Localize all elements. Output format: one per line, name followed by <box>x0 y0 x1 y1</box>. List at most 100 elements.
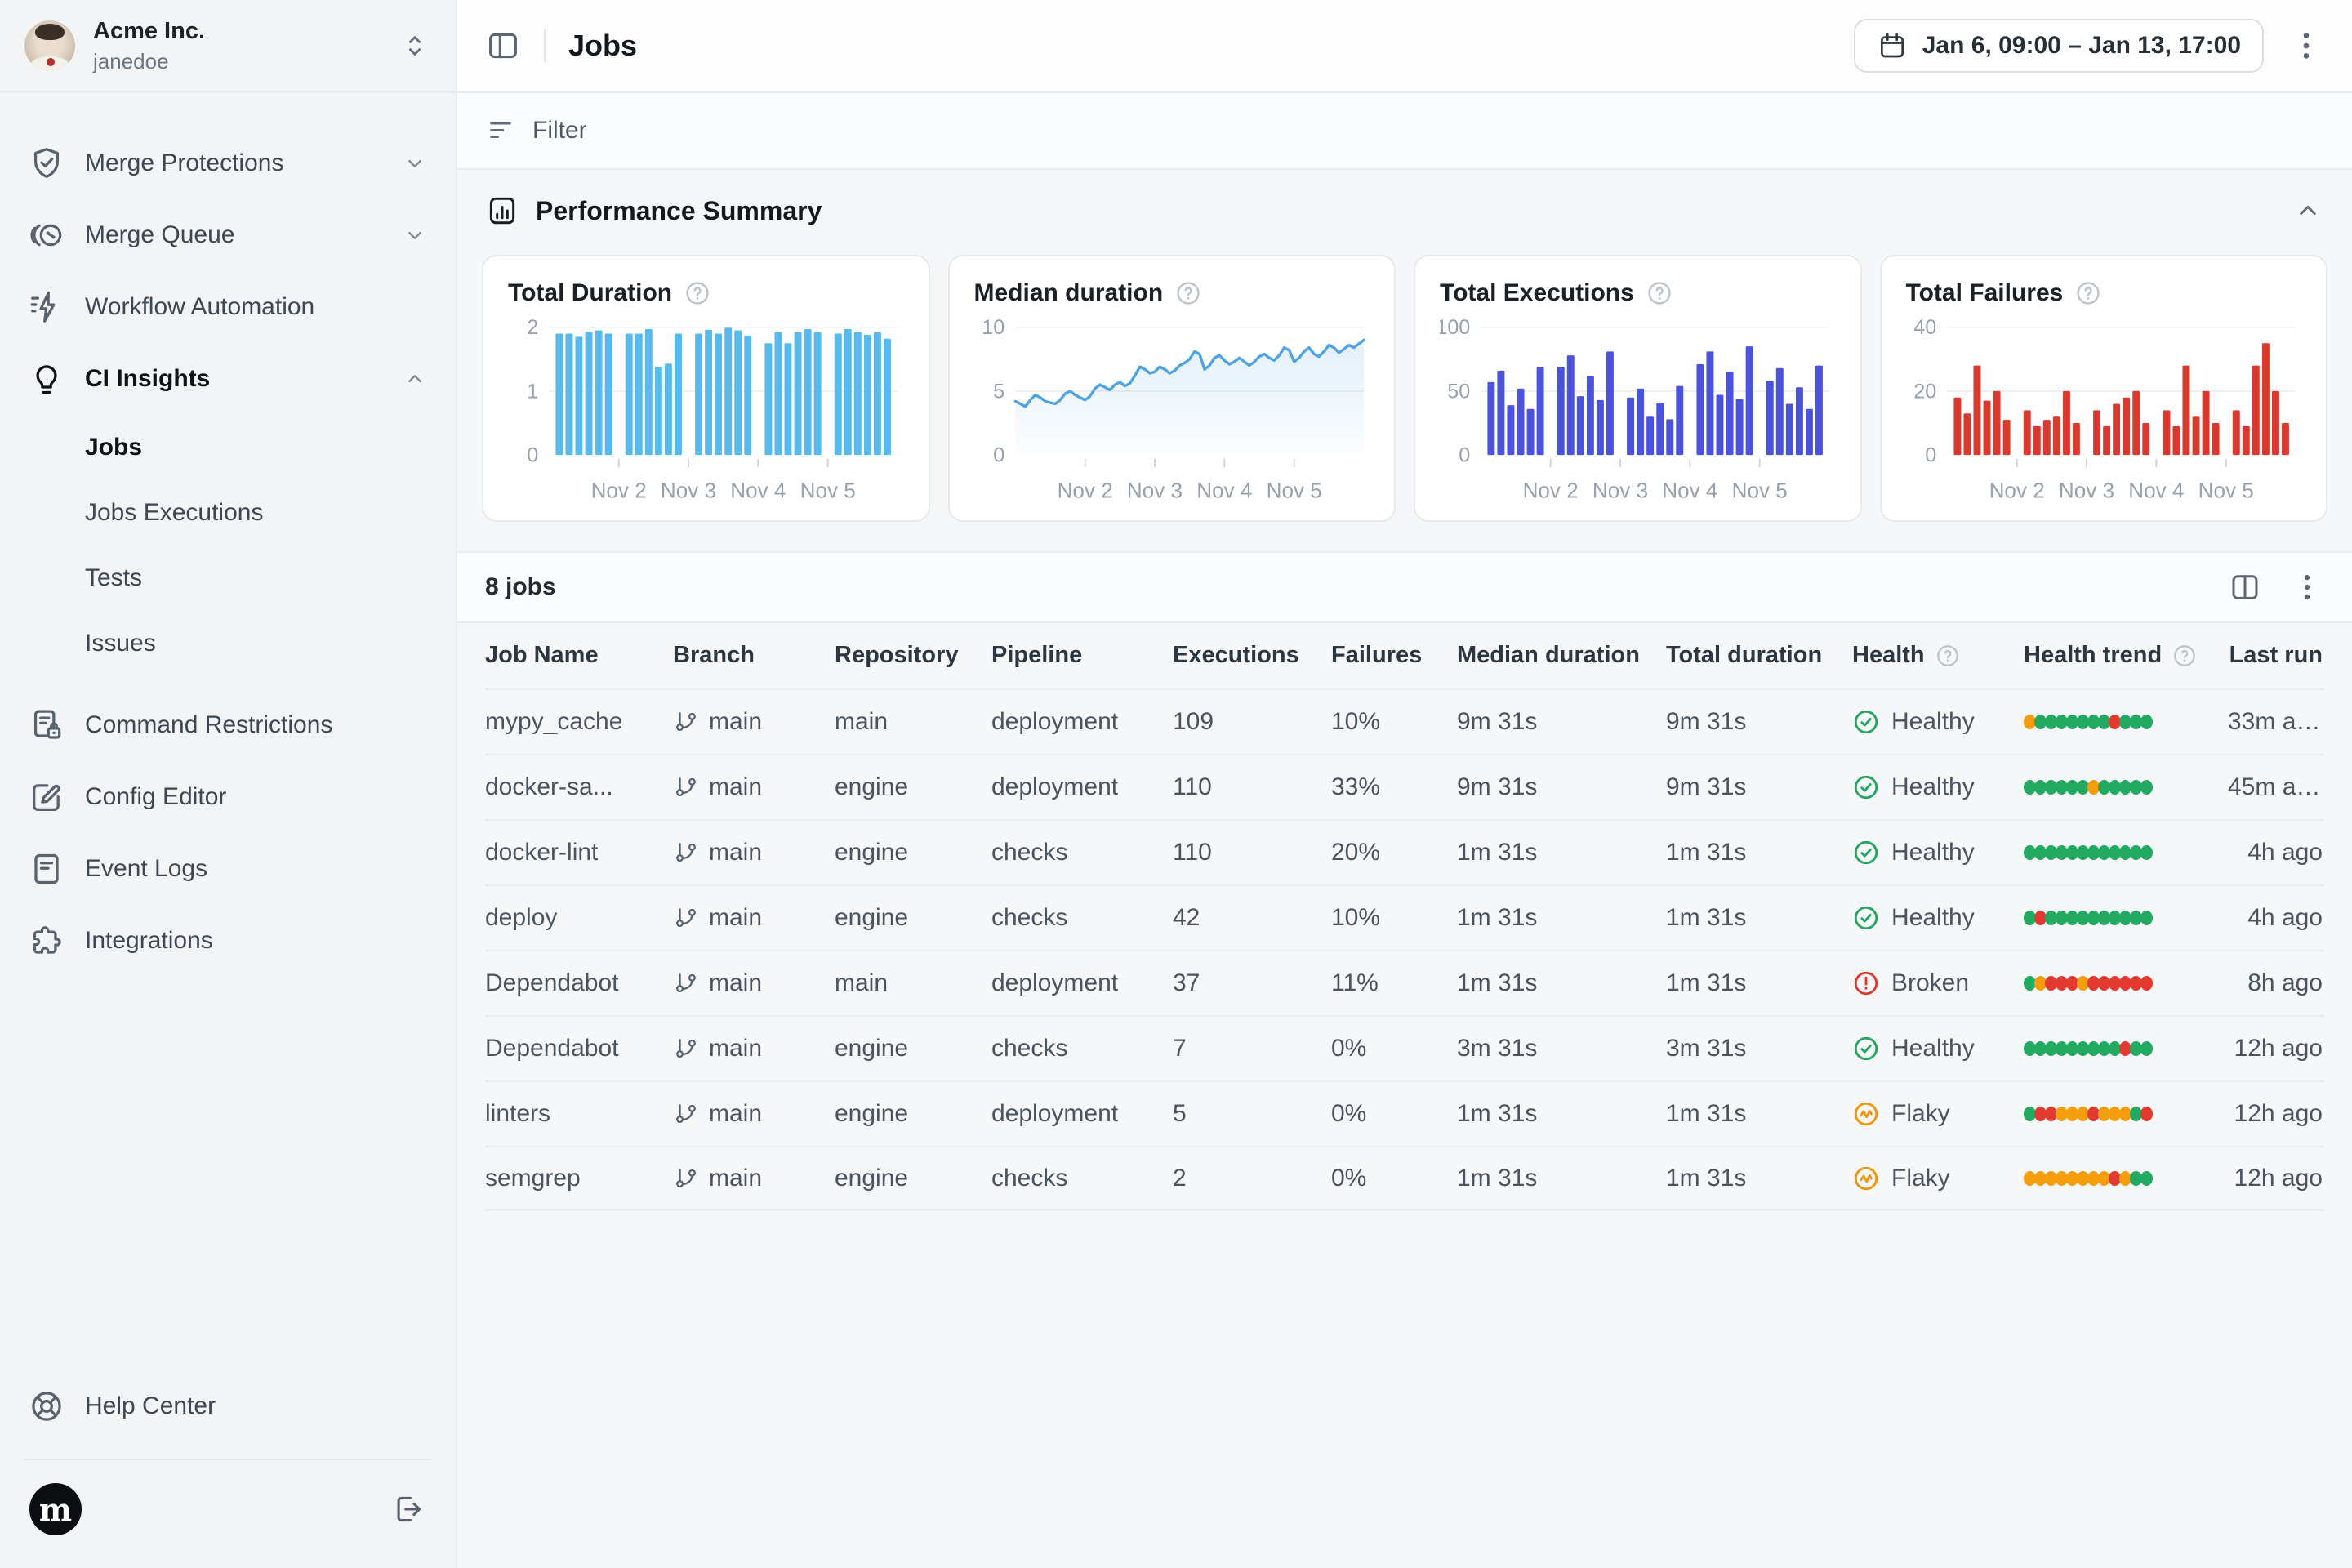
table-row[interactable]: docker-sa... main engine deployment 110 33% 9m… <box>485 753 2324 819</box>
job-name: Dependabot <box>485 1034 619 1062</box>
table-row[interactable]: semgrep main engine checks 2 0% 1m 31s 1m 31s Fl… <box>485 1145 2324 1211</box>
sidebar-item-help-center[interactable]: Help Center <box>0 1370 456 1442</box>
table-header-row: Job Name Branch Repository Pipeline Executio… <box>485 623 2324 688</box>
logout-icon[interactable] <box>390 1491 426 1527</box>
total-duration: 1m 31s <box>1666 903 1747 931</box>
svg-text:Nov 3: Nov 3 <box>661 478 716 502</box>
table-row[interactable]: docker-lint main engine checks 110 20% 1m 31s 1… <box>485 818 2324 884</box>
health-trend <box>2024 708 2228 736</box>
puzzle-icon <box>28 922 65 960</box>
header-kebab-menu-icon[interactable] <box>2288 28 2324 64</box>
svg-text:Nov 2: Nov 2 <box>591 478 647 502</box>
last-run: 4h ago <box>2247 838 2323 866</box>
executions: 110 <box>1173 773 1212 800</box>
org-selector-icon[interactable] <box>399 29 431 62</box>
lifebuoy-icon <box>28 1388 65 1425</box>
table-row[interactable]: Dependabot main engine checks 7 0% 3m 31s 3m 31… <box>485 1014 2324 1080</box>
health-status: Healthy <box>1852 839 2024 866</box>
sidebar-item-merge-queue[interactable]: Merge Queue <box>16 199 439 271</box>
sidebar-item-event-logs[interactable]: Event Logs <box>16 833 439 905</box>
org-switcher[interactable]: Acme Inc. janedoe <box>0 0 456 93</box>
sidebar-item-merge-protections[interactable]: Merge Protections <box>16 127 439 199</box>
failures: 10% <box>1331 903 1381 931</box>
last-run: 12h ago <box>2234 1164 2323 1192</box>
sidebar-item-jobs-executions[interactable]: Jobs Executions <box>16 480 439 546</box>
svg-text:Nov 4: Nov 4 <box>1662 478 1717 502</box>
card-total-executions: Total Executions 0 50 100 Nov 2 Nov 3 Nov 4 Nov… <box>1414 255 1862 522</box>
repository: engine <box>835 838 909 866</box>
sidebar-item-command-restrictions[interactable]: Command Restrictions <box>16 689 439 761</box>
jobs-toolbar: 8 jobs <box>457 550 2352 623</box>
sidebar-item-config-editor[interactable]: Config Editor <box>16 761 439 833</box>
card-total-duration: Total Duration 0 1 2 Nov 2 Nov 3 Nov 4 Nov 5 <box>482 255 930 522</box>
svg-text:50: 50 <box>1447 380 1470 403</box>
main: Jobs Jan 6, 09:00 – Jan 13, 17:00 Filter… <box>457 0 2352 1568</box>
sidebar-item-jobs[interactable]: Jobs <box>16 415 439 480</box>
sidebar-item-tests[interactable]: Tests <box>16 546 439 611</box>
git-branch-icon <box>673 1101 699 1127</box>
mergify-logo[interactable]: m <box>29 1483 82 1535</box>
job-name: semgrep <box>485 1164 581 1192</box>
total-duration: 1m 31s <box>1666 1164 1747 1192</box>
card-title-label: Total Failures <box>1905 279 2064 306</box>
sidebar-item-workflow-automation[interactable]: Workflow Automation <box>16 271 439 343</box>
pipeline: checks <box>991 1034 1068 1062</box>
trend-dot <box>2140 714 2153 729</box>
executions: 110 <box>1173 838 1212 866</box>
git-branch-icon <box>673 1036 699 1062</box>
org-username: janedoe <box>93 48 169 74</box>
sidebar-item-ci-insights[interactable]: CI Insights <box>16 343 439 415</box>
trend-dot <box>2140 1040 2153 1056</box>
table-kebab-menu-icon[interactable] <box>2290 570 2324 604</box>
pipeline: checks <box>991 838 1068 866</box>
column-header-health: Health <box>1852 642 2024 669</box>
filter-bar[interactable]: Filter <box>457 93 2352 170</box>
health-trend <box>2024 969 2228 997</box>
table-row[interactable]: linters main engine deployment 5 0% 1m 31s 1m 3… <box>485 1080 2324 1146</box>
svg-text:Nov 3: Nov 3 <box>1592 478 1648 502</box>
git-branch-icon <box>673 970 699 996</box>
sidebar-toggle-icon[interactable] <box>485 28 521 64</box>
chevron-up-icon <box>402 366 428 392</box>
health-trend <box>2024 1165 2228 1192</box>
median-duration: 1m 31s <box>1457 1099 1538 1127</box>
help-icon[interactable] <box>1935 643 1961 669</box>
table-row[interactable]: Dependabot main main deployment 37 11% 1m 31s 1… <box>485 949 2324 1015</box>
health-trend <box>2024 839 2228 866</box>
trend-dot <box>2140 975 2153 991</box>
columns-icon[interactable] <box>2228 570 2262 604</box>
table-row[interactable]: deploy main engine checks 42 10% 1m 31s 1m 31s H… <box>485 884 2324 950</box>
zigzag-circle-icon <box>1852 1165 1880 1192</box>
bar-chart-icon <box>485 194 519 228</box>
zigzag-circle-icon <box>1852 1100 1880 1128</box>
collapse-chevron-up-icon[interactable] <box>2292 194 2324 227</box>
card-title-label: Total Duration <box>508 279 673 306</box>
org-meta: Acme Inc. janedoe <box>93 17 205 74</box>
sidebar-item-label: Workflow Automation <box>85 293 315 320</box>
topbar: Jobs Jan 6, 09:00 – Jan 13, 17:00 <box>457 0 2352 93</box>
help-icon[interactable] <box>684 279 711 307</box>
help-icon[interactable] <box>1646 279 1673 307</box>
svg-text:40: 40 <box>1913 316 1936 339</box>
table-row[interactable]: mypy_cache main main deployment 109 10% 9m 31s… <box>485 688 2324 754</box>
shield-check-icon <box>28 145 65 182</box>
repository: main <box>835 707 889 735</box>
help-icon[interactable] <box>1174 279 1202 307</box>
svg-text:5: 5 <box>993 380 1004 403</box>
chevron-down-icon <box>402 222 428 248</box>
help-icon[interactable] <box>2172 643 2198 669</box>
date-range-button[interactable]: Jan 6, 09:00 – Jan 13, 17:00 <box>1853 19 2264 73</box>
check-circle-icon <box>1852 708 1880 736</box>
sidebar-item-integrations[interactable]: Integrations <box>16 905 439 977</box>
branch: main <box>673 773 835 801</box>
sidebar-item-label: Config Editor <box>85 783 227 810</box>
health-status: Healthy <box>1852 708 2024 736</box>
help-icon[interactable] <box>2074 279 2102 307</box>
branch: main <box>673 1165 835 1192</box>
sidebar-item-label: Merge Queue <box>85 221 235 248</box>
health-status: Broken <box>1852 969 2024 997</box>
check-circle-icon <box>1852 904 1880 932</box>
sidebar-item-issues[interactable]: Issues <box>16 611 439 676</box>
header-divider <box>544 29 546 62</box>
pipeline: deployment <box>991 969 1119 996</box>
